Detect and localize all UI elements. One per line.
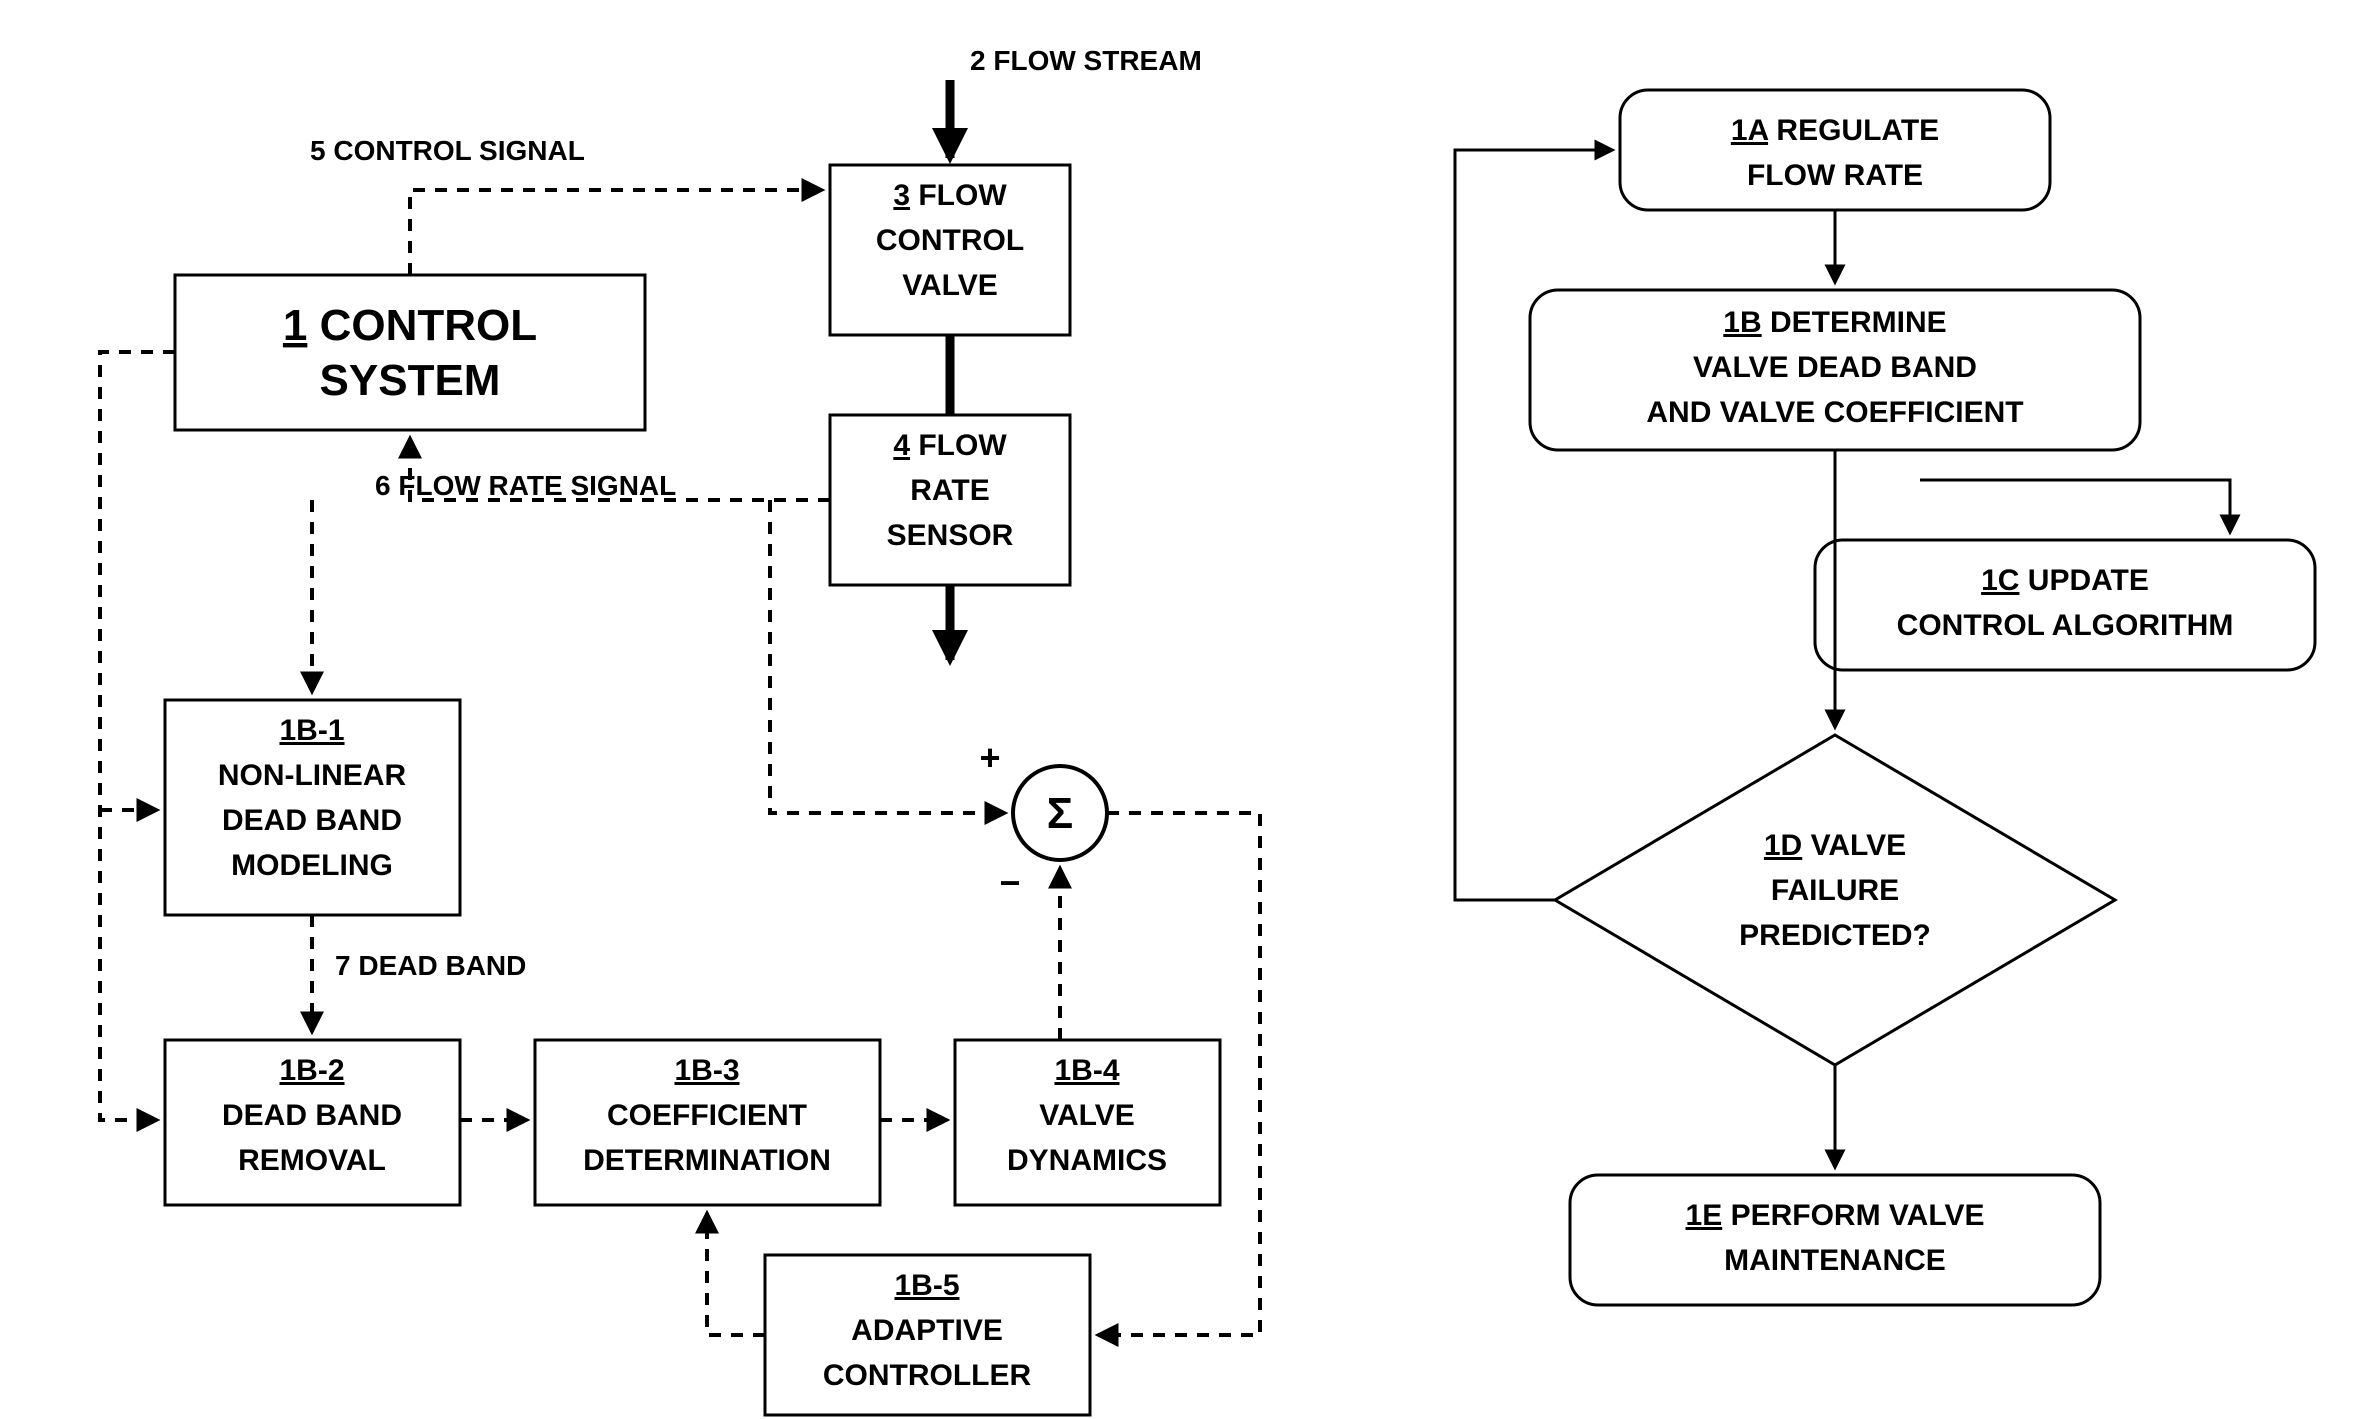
num-fcv: 3 FLOW <box>893 179 1007 212</box>
lbl-control-system-2: SYSTEM <box>320 356 501 405</box>
svg-text:1B-4: 1B-4 <box>1054 1054 1119 1087</box>
svg-text:1B-1: 1B-1 <box>279 714 344 747</box>
step-1e <box>1570 1175 2100 1305</box>
step-1a <box>1620 90 2050 210</box>
svg-text:DEAD BAND: DEAD BAND <box>222 804 402 837</box>
lbl-flow-rate-signal: 6 FLOW RATE SIGNAL <box>375 470 676 501</box>
arrow-control-signal <box>410 190 822 275</box>
svg-text:1A REGULATE: 1A REGULATE <box>1731 114 1939 147</box>
arrow-1b-1c <box>1920 480 2230 532</box>
svg-text:CONTROL: CONTROL <box>876 224 1024 257</box>
diagram-canvas: 1 CONTROL SYSTEM 3 FLOW CONTROL VALVE 4 … <box>0 0 2378 1419</box>
svg-text:MAINTENANCE: MAINTENANCE <box>1724 1244 1946 1277</box>
svg-text:1D VALVE: 1D VALVE <box>1764 829 1906 862</box>
svg-text:COEFFICIENT: COEFFICIENT <box>607 1099 807 1132</box>
svg-text:SENSOR: SENSOR <box>887 519 1014 552</box>
svg-text:RATE: RATE <box>910 474 989 507</box>
svg-text:DYNAMICS: DYNAMICS <box>1007 1144 1167 1177</box>
num-frs: 4 FLOW <box>893 429 1007 462</box>
svg-text:DEAD BAND: DEAD BAND <box>222 1099 402 1132</box>
minus-sign: − <box>999 862 1020 903</box>
svg-text:FLOW RATE: FLOW RATE <box>1747 159 1923 192</box>
svg-text:FAILURE: FAILURE <box>1771 874 1899 907</box>
svg-text:AND VALVE COEFFICIENT: AND VALVE COEFFICIENT <box>1646 396 2023 429</box>
svg-text:MODELING: MODELING <box>231 849 393 882</box>
svg-text:DETERMINATION: DETERMINATION <box>583 1144 831 1177</box>
step-1c <box>1815 540 2315 670</box>
lbl-dead-band: 7 DEAD BAND <box>335 950 526 981</box>
svg-text:CONTROL ALGORITHM: CONTROL ALGORITHM <box>1897 609 2234 642</box>
svg-text:ADAPTIVE: ADAPTIVE <box>851 1314 1003 1347</box>
arrow-1d-1a-loop <box>1455 150 1612 900</box>
lbl-control-signal: 5 CONTROL SIGNAL <box>310 135 585 166</box>
plus-sign: + <box>979 737 1000 778</box>
svg-text:1B-2: 1B-2 <box>279 1054 344 1087</box>
lbl-flow-stream: 2 FLOW STREAM <box>970 45 1202 76</box>
svg-text:VALVE DEAD BAND: VALVE DEAD BAND <box>1693 351 1977 384</box>
svg-text:1B-5: 1B-5 <box>894 1269 959 1302</box>
svg-text:VALVE: VALVE <box>902 269 998 302</box>
svg-text:PREDICTED?: PREDICTED? <box>1739 919 1931 952</box>
arrow-1b5-1b3 <box>707 1213 765 1335</box>
svg-text:VALVE: VALVE <box>1039 1099 1135 1132</box>
svg-text:1B-3: 1B-3 <box>674 1054 739 1087</box>
svg-text:1C UPDATE: 1C UPDATE <box>1981 564 2149 597</box>
svg-text:NON-LINEAR: NON-LINEAR <box>218 759 407 792</box>
svg-text:1E PERFORM VALVE: 1E PERFORM VALVE <box>1686 1199 1985 1232</box>
num-control-system: 1 CONTROL <box>283 301 537 350</box>
svg-text:1B DETERMINE: 1B DETERMINE <box>1723 306 1946 339</box>
box-control-system <box>175 275 645 430</box>
svg-text:Σ: Σ <box>1047 789 1073 838</box>
svg-text:CONTROLLER: CONTROLLER <box>823 1359 1032 1392</box>
svg-text:REMOVAL: REMOVAL <box>238 1144 386 1177</box>
